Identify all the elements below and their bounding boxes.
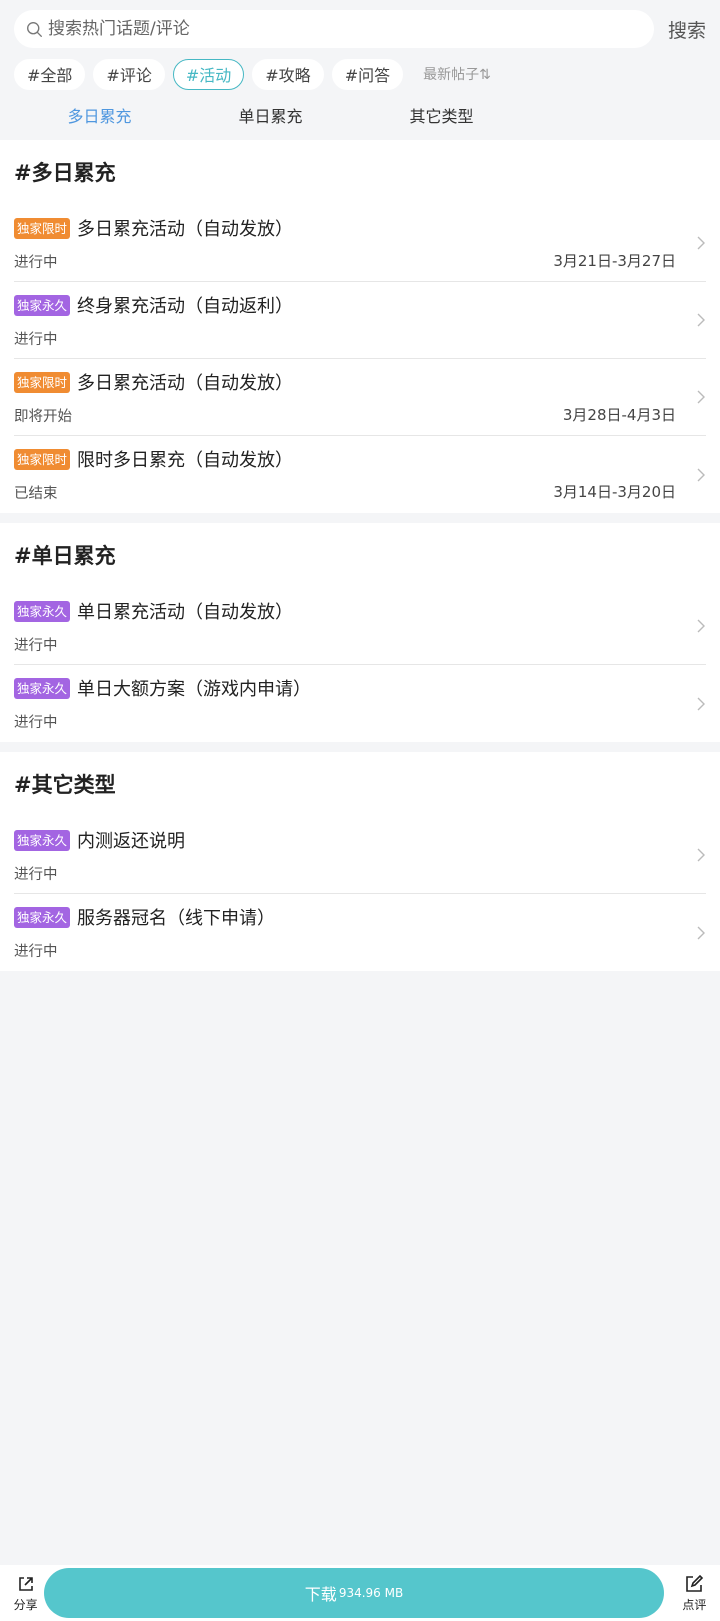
item-status: 进行中	[14, 867, 58, 883]
item-date: 3月14日-3月20日	[553, 483, 676, 501]
list-item[interactable]: 独家永久 单日大额方案（游戏内申请） 进行中	[14, 665, 706, 742]
chevron-right-icon	[697, 848, 705, 862]
item-date: 3月21日-3月27日	[553, 252, 676, 270]
item-title: 单日累充活动（自动发放）	[77, 602, 294, 623]
tab-multi-day[interactable]: 多日累充	[14, 103, 185, 127]
item-title: 内测返还说明	[77, 831, 186, 852]
badge-permanent: 独家永久	[14, 677, 71, 699]
download-size: 934.96 MB	[338, 1586, 404, 1600]
badge-permanent: 独家永久	[14, 829, 71, 851]
section-multi-day: #多日累充 独家限时 多日累充活动（自动发放） 进行中 3月21日-3月27日 独…	[0, 140, 720, 513]
list-item[interactable]: 独家永久 内测返还说明 进行中	[14, 817, 706, 894]
chevron-right-icon	[697, 236, 705, 250]
badge-permanent: 独家永久	[14, 600, 71, 622]
item-title: 单日大额方案（游戏内申请）	[77, 679, 312, 700]
chevron-right-icon	[697, 468, 705, 481]
chip-events[interactable]: #活动	[172, 58, 245, 90]
chip-all[interactable]: #全部	[14, 58, 86, 90]
chip-comments[interactable]: #评论	[93, 58, 165, 90]
chevron-right-icon	[697, 619, 705, 633]
share-icon	[18, 1576, 33, 1591]
search-box[interactable]	[14, 10, 654, 48]
badge-permanent: 独家永久	[14, 906, 71, 928]
chip-guides[interactable]: #攻略	[252, 58, 324, 90]
review-label: 点评	[682, 1597, 707, 1612]
item-title: 限时多日累充（自动发放）	[77, 450, 294, 471]
list-item[interactable]: 独家永久 单日累充活动（自动发放） 进行中	[14, 588, 706, 665]
chip-qa[interactable]: #问答	[331, 58, 404, 90]
item-title: 多日累充活动（自动发放）	[77, 373, 294, 394]
share-label: 分享	[13, 1597, 38, 1612]
search-button[interactable]: 搜索	[666, 16, 706, 43]
item-title: 终身累充活动（自动返利）	[77, 296, 294, 317]
section-title: #多日累充	[14, 161, 116, 185]
edit-icon	[686, 1574, 704, 1592]
search-input[interactable]	[48, 19, 654, 39]
chevron-right-icon	[697, 313, 705, 327]
badge-limited: 独家限时	[14, 371, 71, 393]
review-button[interactable]: 点评	[669, 1574, 720, 1613]
download-button[interactable]: 下载 934.96 MB	[44, 1568, 664, 1618]
category-tabs: 多日累充 单日累充 其它类型	[14, 90, 706, 140]
badge-limited: 独家限时	[14, 217, 71, 239]
section-title: #其它类型	[14, 773, 116, 797]
item-status: 即将开始	[14, 409, 72, 425]
chevron-right-icon	[697, 697, 705, 710]
item-date: 3月28日-4月3日	[562, 406, 676, 424]
item-status: 进行中	[14, 332, 58, 348]
badge-permanent: 独家永久	[14, 294, 71, 316]
item-title: 服务器冠名（线下申请）	[77, 908, 276, 929]
item-title: 多日累充活动（自动发放）	[77, 219, 294, 240]
item-status: 已结束	[14, 486, 58, 502]
list-item[interactable]: 独家永久 服务器冠名（线下申请） 进行中	[14, 894, 706, 971]
section-other: #其它类型 独家永久 内测返还说明 进行中 独家永久 服务器冠名（线下申请） 进行中	[0, 752, 720, 971]
tab-single-day[interactable]: 单日累充	[185, 103, 356, 127]
bottom-action-bar: 分享 下载 934.96 MB 点评	[0, 1565, 720, 1621]
item-status: 进行中	[14, 944, 58, 960]
list-item[interactable]: 独家限时 多日累充活动（自动发放） 即将开始 3月28日-4月3日	[14, 359, 706, 436]
item-status: 进行中	[14, 638, 58, 654]
list-item[interactable]: 独家永久 终身累充活动（自动返利） 进行中	[14, 282, 706, 359]
section-single-day: #单日累充 独家永久 单日累充活动（自动发放） 进行中 独家永久 单日大额方案（游戏…	[0, 523, 720, 742]
badge-limited: 独家限时	[14, 448, 71, 470]
search-row: 搜索	[14, 10, 706, 48]
list-item[interactable]: 独家限时 多日累充活动（自动发放） 进行中 3月21日-3月27日	[14, 205, 706, 282]
search-icon	[27, 21, 42, 37]
item-status: 进行中	[14, 255, 58, 271]
download-label: 下载	[304, 1585, 337, 1604]
sort-toggle[interactable]: 最新帖子⇅	[423, 64, 491, 84]
section-title: #单日累充	[14, 544, 116, 568]
chevron-right-icon	[697, 390, 705, 404]
tab-other[interactable]: 其它类型	[356, 103, 527, 127]
list-item[interactable]: 独家限时 限时多日累充（自动发放） 已结束 3月14日-3月20日	[14, 436, 706, 513]
topic-filter-bar: #全部 #评论 #活动 #攻略 #问答 最新帖子⇅	[14, 58, 706, 90]
chevron-right-icon	[697, 926, 705, 939]
header: 搜索 #全部 #评论 #活动 #攻略 #问答 最新帖子⇅ 多日累充 单日累充 其…	[0, 0, 720, 140]
item-status: 进行中	[14, 715, 58, 731]
